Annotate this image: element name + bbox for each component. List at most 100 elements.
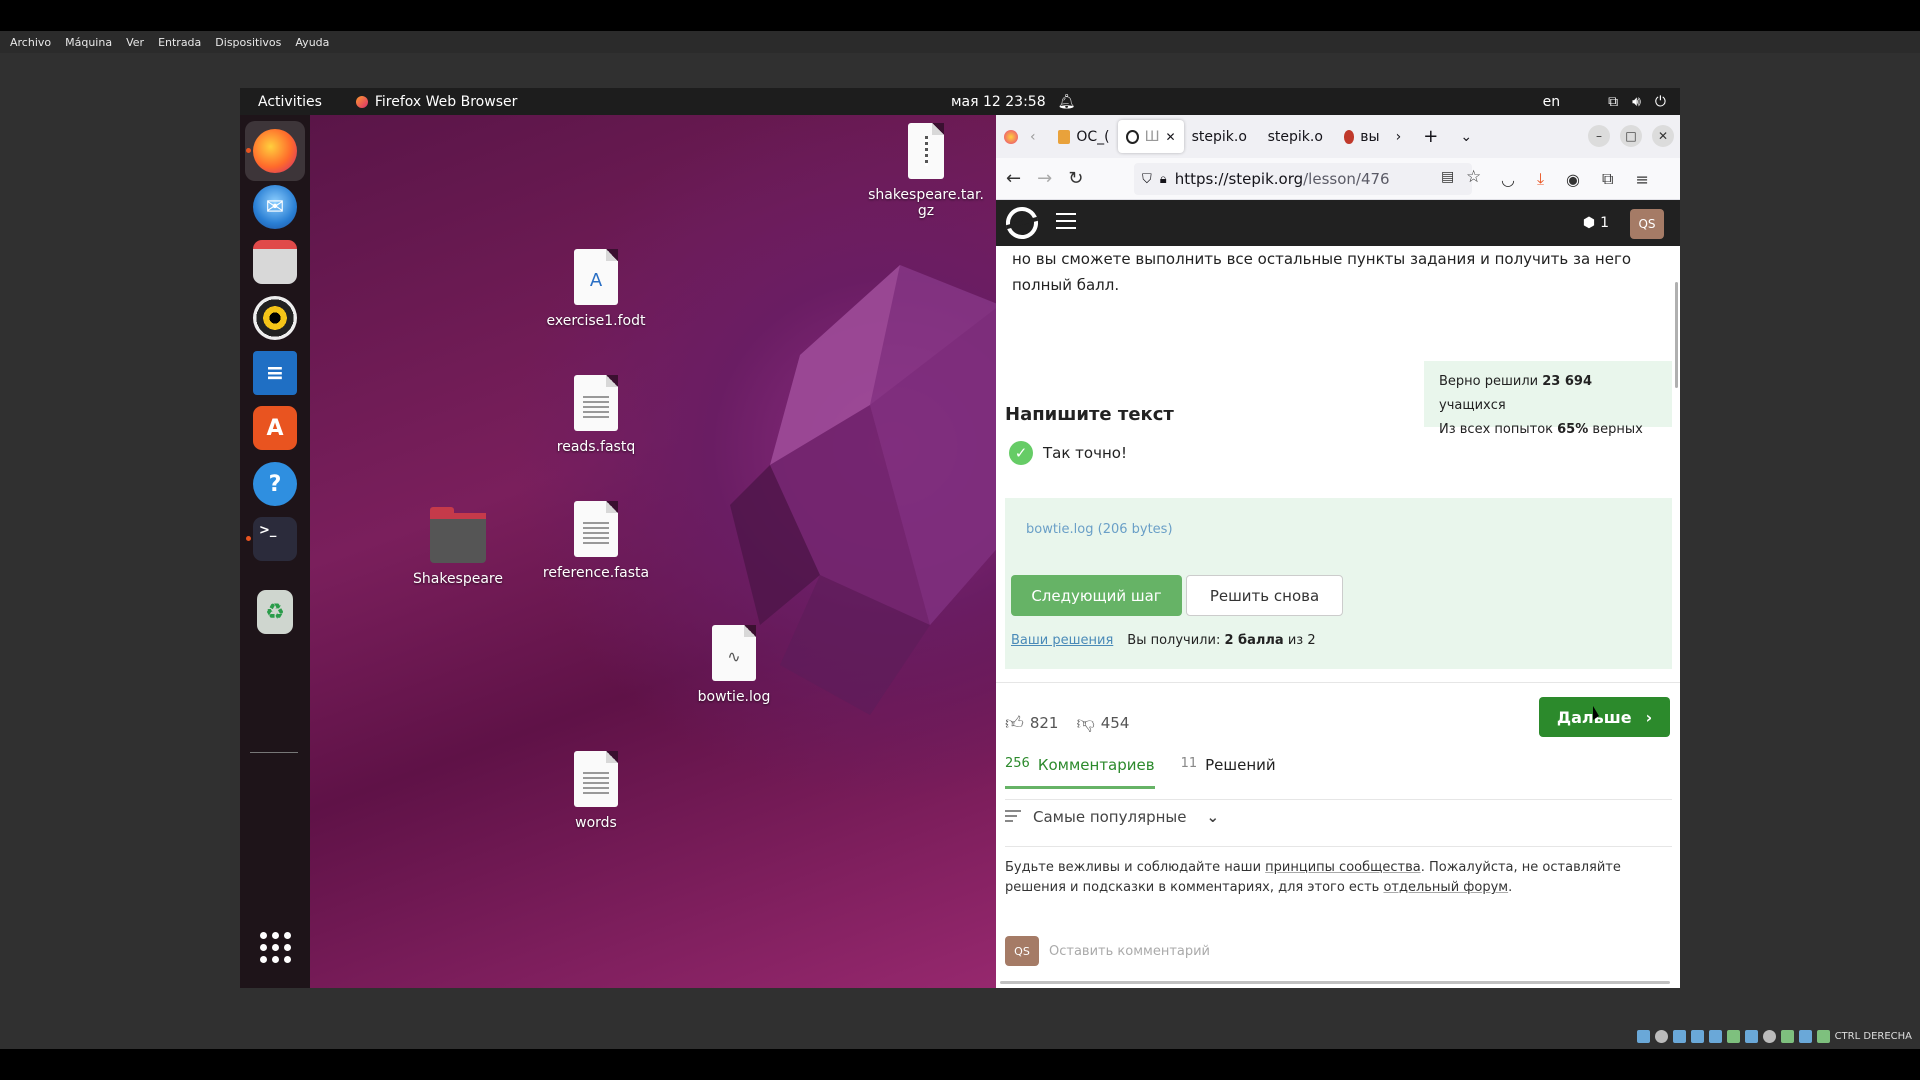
tab-count: 11	[1180, 756, 1198, 771]
close-tab-icon[interactable]: ✕	[1166, 130, 1176, 144]
dock-trash[interactable]: ♻	[245, 582, 305, 642]
list-tabs-icon[interactable]: ⌄	[1460, 129, 1472, 145]
extensions-icon[interactable]: ⧉	[1602, 169, 1613, 189]
desktop-icon-shakespeare-folder[interactable]: Shakespeare	[398, 505, 518, 587]
further-button[interactable]: Дальше ›	[1539, 697, 1670, 737]
cpu-icon[interactable]	[1780, 1030, 1794, 1043]
avatar[interactable]: QS	[1630, 209, 1664, 239]
network-icon[interactable]: ⧉	[1608, 94, 1618, 110]
pocket-icon[interactable]: ◡	[1501, 170, 1515, 189]
stepik-header: ⬢ 1 QS	[996, 200, 1680, 246]
menu-dispositivos[interactable]: Dispositivos	[215, 36, 281, 49]
menu-archivo[interactable]: Archivo	[10, 36, 51, 49]
network-icon[interactable]	[1690, 1030, 1704, 1043]
audio-icon[interactable]	[1672, 1030, 1686, 1043]
stepik-logo-icon[interactable]	[1000, 201, 1044, 245]
new-tab-icon[interactable]: +	[1423, 126, 1438, 147]
optical-icon[interactable]	[1654, 1030, 1668, 1043]
your-solutions-link[interactable]: Ваши решения	[1011, 633, 1113, 648]
minimize-icon[interactable]: –	[1588, 125, 1610, 147]
display-icon[interactable]	[1744, 1030, 1758, 1043]
dock-writer[interactable]: ≡	[245, 343, 305, 403]
reader-view-icon[interactable]: ▤	[1441, 169, 1454, 185]
dock-terminal[interactable]: >_	[245, 509, 305, 569]
reload-icon[interactable]: ↻	[1068, 168, 1083, 189]
show-apps-button[interactable]	[245, 917, 305, 977]
dock-files[interactable]	[245, 232, 305, 292]
tab-title: вы	[1360, 128, 1380, 145]
bookmark-star-icon[interactable]: ☆	[1466, 167, 1481, 187]
tab-2-active[interactable]: Ш ✕	[1117, 120, 1184, 153]
activities-button[interactable]: Activities	[258, 94, 322, 110]
tab-5[interactable]: вы	[1336, 120, 1388, 153]
app-center-icon: A	[253, 406, 297, 450]
notifications-button[interactable]: ⬢ 1	[1574, 209, 1618, 237]
comment-placeholder[interactable]: Оставить комментарий	[1049, 944, 1210, 959]
close-window-icon[interactable]: ✕	[1652, 125, 1674, 147]
hamburger-menu-icon[interactable]	[1056, 213, 1076, 234]
tab-3[interactable]: stepik.o	[1184, 120, 1260, 153]
discussion-tabs: 256 Комментариев 11 Решений	[1005, 756, 1276, 789]
dock-app-center[interactable]: A	[245, 398, 305, 458]
url-bar[interactable]: ⛉ 🔒︎ https://stepik.org/lesson/476	[1134, 163, 1472, 195]
dock-help[interactable]: ?	[245, 454, 305, 514]
menu-maquina[interactable]: Máquina	[65, 36, 112, 49]
keyboard-layout[interactable]: en	[1543, 94, 1561, 110]
tab-solutions[interactable]: 11 Решений	[1181, 756, 1276, 789]
recording-icon[interactable]	[1762, 1030, 1776, 1043]
scroll-tabs-right-icon[interactable]: ›	[1396, 129, 1402, 145]
menu-icon[interactable]: ≡	[1635, 170, 1648, 189]
retry-button[interactable]: Решить снова	[1186, 575, 1343, 616]
community-principles-link[interactable]: принципы сообщества	[1265, 860, 1421, 875]
shared-folders-icon[interactable]	[1726, 1030, 1740, 1043]
desktop-icon-bowtie[interactable]: ∿ bowtie.log	[674, 625, 794, 705]
forward-icon[interactable]: →	[1037, 168, 1052, 189]
like-button[interactable]: 👍︎ 821	[1005, 712, 1058, 734]
bell-icon: 🔔︎	[1057, 93, 1076, 110]
tab-comments[interactable]: 256 Комментариев	[1005, 756, 1155, 789]
scroll-tabs-left-icon[interactable]: ‹	[1030, 129, 1036, 145]
separate-forum-link[interactable]: отдельный форум	[1383, 880, 1508, 895]
stats-box: Верно решили 23 694 учащихся Из всех поп…	[1424, 361, 1672, 437]
dock-rhythmbox[interactable]	[245, 288, 305, 348]
next-step-button[interactable]: Следующий шаг	[1011, 575, 1182, 616]
mouse-integration-icon[interactable]	[1798, 1030, 1812, 1043]
power-icon[interactable]: ⏻	[1655, 94, 1666, 110]
desktop-icon-label: reference.fasta	[542, 565, 650, 581]
firefox-view-icon[interactable]	[1004, 129, 1018, 144]
votes: 👍︎ 821 👎︎ 454	[1005, 712, 1129, 734]
menu-entrada[interactable]: Entrada	[158, 36, 201, 49]
sort-dropdown[interactable]: Самые популярные ⌄	[1005, 808, 1219, 826]
horizontal-scrollbar[interactable]	[1000, 981, 1670, 984]
desktop-icon-label: words	[575, 815, 617, 831]
correct-status: ✓ Так точно!	[1009, 441, 1127, 465]
dislike-button[interactable]: 👎︎ 454	[1076, 712, 1129, 734]
writer-icon: ≡	[253, 351, 297, 395]
dock-firefox[interactable]	[245, 121, 305, 181]
hdd-icon[interactable]	[1636, 1030, 1650, 1043]
clock[interactable]: мая 12 23:58 🔔︎	[951, 88, 1075, 115]
account-icon[interactable]: ◉	[1566, 170, 1580, 189]
tab-1[interactable]: ОС_(	[1050, 120, 1118, 153]
tab-title: Ш	[1144, 128, 1160, 145]
desktop-icon-shakespeare-archive[interactable]: shakespeare.tar. gz	[866, 123, 986, 219]
desktop-icon-words[interactable]: words	[536, 751, 656, 831]
desktop-icon-reference[interactable]: reference.fasta	[536, 501, 656, 581]
menu-ver[interactable]: Ver	[126, 36, 144, 49]
usb-icon[interactable]	[1708, 1030, 1722, 1043]
new-comment[interactable]: QS Оставить комментарий	[1005, 936, 1210, 966]
scrollbar[interactable]	[1675, 282, 1678, 388]
volume-icon[interactable]: 🔊︎	[1632, 94, 1641, 110]
chevron-right-icon: ›	[1645, 707, 1653, 727]
menu-ayuda[interactable]: Ayuda	[295, 36, 329, 49]
maximize-icon[interactable]: □	[1620, 125, 1642, 147]
tab-4[interactable]: stepik.o	[1260, 120, 1336, 153]
desktop-icon-reads[interactable]: reads.fastq	[536, 375, 656, 455]
dock-thunderbird[interactable]: ✉	[245, 177, 305, 237]
app-menu[interactable]: Firefox Web Browser	[355, 94, 517, 110]
submitted-file-link[interactable]: bowtie.log (206 bytes)	[1026, 522, 1173, 537]
back-icon[interactable]: ←	[1006, 168, 1021, 189]
desktop-icon-exercise1[interactable]: A exercise1.fodt	[536, 249, 656, 329]
keyboard-icon[interactable]	[1816, 1030, 1830, 1043]
downloads-icon[interactable]: ⤓	[1537, 169, 1544, 189]
